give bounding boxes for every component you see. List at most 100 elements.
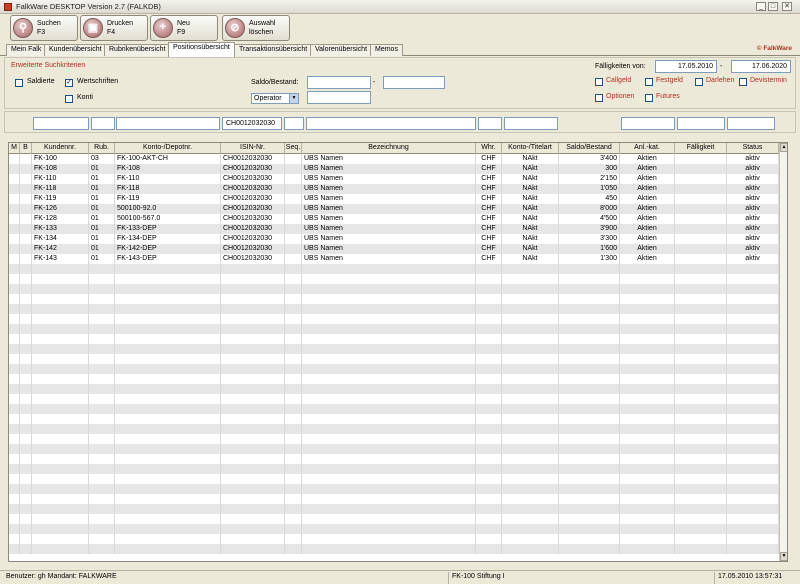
column-header-titelart[interactable]: Konto-/Titelart — [502, 143, 559, 154]
cell-saldo — [559, 544, 620, 554]
table-row[interactable]: FK-118 01 FK-118 CH0012032030 UBS Namen CHF NA… — [9, 184, 779, 194]
cell-konto — [115, 294, 221, 304]
column-header-status[interactable]: Status — [727, 143, 779, 154]
filter-konto[interactable] — [116, 117, 220, 130]
cell-titelart: NAkt — [502, 224, 559, 234]
konti-checkbox[interactable] — [65, 95, 73, 103]
cell-rub — [89, 334, 115, 344]
cell-whr — [476, 344, 502, 354]
column-header-b[interactable]: B — [20, 143, 32, 154]
table-row[interactable]: FK-128 01 500100-567.0 CH0012032030 UBS Name… — [9, 214, 779, 224]
cell-anlkat — [620, 424, 675, 434]
date-from-input[interactable]: 17.05.2010 — [655, 60, 717, 73]
darlehen-checkbox[interactable] — [695, 78, 703, 86]
table-row[interactable]: FK-119 01 FK-119 CH0012032030 UBS Namen CHF NA… — [9, 194, 779, 204]
cell-kundennr — [32, 514, 89, 524]
table-row[interactable]: FK-142 01 FK-142-DEP CH0012032030 UBS Namen C… — [9, 244, 779, 254]
cell-kundennr: FK-143 — [32, 254, 89, 264]
filter-faelligkeit[interactable] — [677, 117, 725, 130]
date-to-input[interactable]: 17.06.2020 — [731, 60, 791, 73]
cell-konto — [115, 404, 221, 414]
column-header-anlkat[interactable]: Anl.-kat. — [620, 143, 675, 154]
filter-titelart[interactable] — [504, 117, 558, 130]
table-row[interactable]: FK-100 03 FK-100-AKT-CH CH0012032030 UBS Nam… — [9, 154, 779, 164]
cell-whr — [476, 464, 502, 474]
filter-status[interactable] — [727, 117, 775, 130]
futures-checkbox[interactable] — [645, 94, 653, 102]
cell-seq — [285, 304, 302, 314]
cell-isin: CH0012032030 — [221, 254, 285, 264]
tab-kundenuebersicht[interactable]: Kundenübersicht — [44, 44, 107, 56]
cell-saldo: 1'300 — [559, 254, 620, 264]
scroll-down-icon[interactable]: ▼ — [780, 552, 787, 561]
maximize-button[interactable]: □ — [768, 2, 778, 11]
saldierte-checkbox[interactable] — [15, 79, 23, 87]
column-header-isin[interactable]: ISIN-Nr. — [221, 143, 285, 154]
saldo-to-input[interactable] — [383, 76, 445, 89]
close-button[interactable]: ✕ — [782, 2, 792, 11]
column-header-saldo[interactable]: Saldo/Bestand — [559, 143, 620, 154]
clear-selection-button[interactable]: ⊘ Auswahl löschen — [222, 15, 290, 41]
column-header-bezeichnung[interactable]: Bezeichnung — [302, 143, 476, 154]
wertschriften-checkbox[interactable]: ✓ — [65, 79, 73, 87]
cell-anlkat: Aktien — [620, 204, 675, 214]
table-row[interactable]: FK-108 01 FK-108 CH0012032030 UBS Namen CHF NA… — [9, 164, 779, 174]
table-row[interactable]: FK-110 01 FK-110 CH0012032030 UBS Namen CHF NA… — [9, 174, 779, 184]
table-row[interactable]: FK-134 01 FK-134-DEP CH0012032030 UBS Namen C… — [9, 234, 779, 244]
new-button[interactable]: + Neu F9 — [150, 15, 218, 41]
cell-konto: FK-133-DEP — [115, 224, 221, 234]
filter-anlkat[interactable] — [621, 117, 675, 130]
search-button-label: Suchen — [37, 20, 61, 27]
tab-mein-falk[interactable]: Mein Falk — [6, 44, 47, 56]
scroll-up-icon[interactable]: ▲ — [780, 143, 787, 152]
cell-faelligkeit — [675, 204, 727, 214]
filter-seq[interactable] — [284, 117, 304, 130]
festgeld-checkbox[interactable] — [645, 78, 653, 86]
filter-isin[interactable]: CH0012032030 — [222, 117, 282, 130]
table-row[interactable]: FK-143 01 FK-143-DEP CH0012032030 UBS Namen C… — [9, 254, 779, 264]
cell-kundennr — [32, 464, 89, 474]
cell-status — [727, 354, 779, 364]
cell-kundennr — [32, 414, 89, 424]
column-header-m[interactable]: M — [9, 143, 20, 154]
minimize-button[interactable]: _ — [756, 2, 766, 11]
cell-m — [9, 304, 20, 314]
saldo-from-input[interactable] — [307, 76, 371, 89]
search-button[interactable]: ⚲ Suchen F3 — [10, 15, 78, 41]
cell-saldo — [559, 474, 620, 484]
filter-whr[interactable] — [478, 117, 502, 130]
cell-konto: 500100-567.0 — [115, 214, 221, 224]
column-header-faelligkeit[interactable]: Fälligkeit — [675, 143, 727, 154]
cell-rub — [89, 484, 115, 494]
vertical-scrollbar[interactable]: ▲ ▼ — [779, 143, 787, 561]
devistermin-checkbox[interactable] — [739, 78, 747, 86]
filter-bezeichnung[interactable] — [306, 117, 476, 130]
column-header-seq[interactable]: Seq. — [285, 143, 302, 154]
table-header: M B Kundennr. Rub. Konto-/Depotnr. ISIN-Nr. Se… — [9, 143, 779, 154]
cell-kundennr: FK-100 — [32, 154, 89, 164]
cell-saldo — [559, 324, 620, 334]
optionen-checkbox[interactable] — [595, 94, 603, 102]
filter-rub[interactable] — [91, 117, 115, 130]
print-button[interactable]: ▣ Drucken F4 — [80, 15, 148, 41]
empty-table-row — [9, 384, 779, 394]
operator-value-input[interactable] — [307, 91, 371, 104]
operator-select[interactable]: Operator ▼ — [251, 93, 299, 104]
table-row[interactable]: FK-133 01 FK-133-DEP CH0012032030 UBS Namen C… — [9, 224, 779, 234]
filter-kundennr[interactable] — [33, 117, 89, 130]
table-row[interactable]: FK-126 01 500100-92.0 CH0012032030 UBS Namen… — [9, 204, 779, 214]
cell-whr — [476, 324, 502, 334]
callgeld-checkbox[interactable] — [595, 78, 603, 86]
column-header-kundennr[interactable]: Kundennr. — [32, 143, 89, 154]
column-header-konto[interactable]: Konto-/Depotnr. — [115, 143, 221, 154]
cell-konto — [115, 284, 221, 294]
column-header-whr[interactable]: Whr. — [476, 143, 502, 154]
tab-rubrikenuebersicht[interactable]: Rubrikenübersicht — [104, 44, 171, 56]
tab-transaktionsuebersicht[interactable]: Transaktionsübersicht — [234, 44, 313, 56]
cell-m — [9, 274, 20, 284]
tab-memos[interactable]: Memos — [370, 44, 403, 56]
print-icon: ▣ — [83, 18, 103, 38]
tab-valorenuebersicht[interactable]: Valorenübersicht — [310, 44, 373, 56]
tab-positionsuebersicht[interactable]: Positionsübersicht — [168, 42, 235, 57]
column-header-rub[interactable]: Rub. — [89, 143, 115, 154]
